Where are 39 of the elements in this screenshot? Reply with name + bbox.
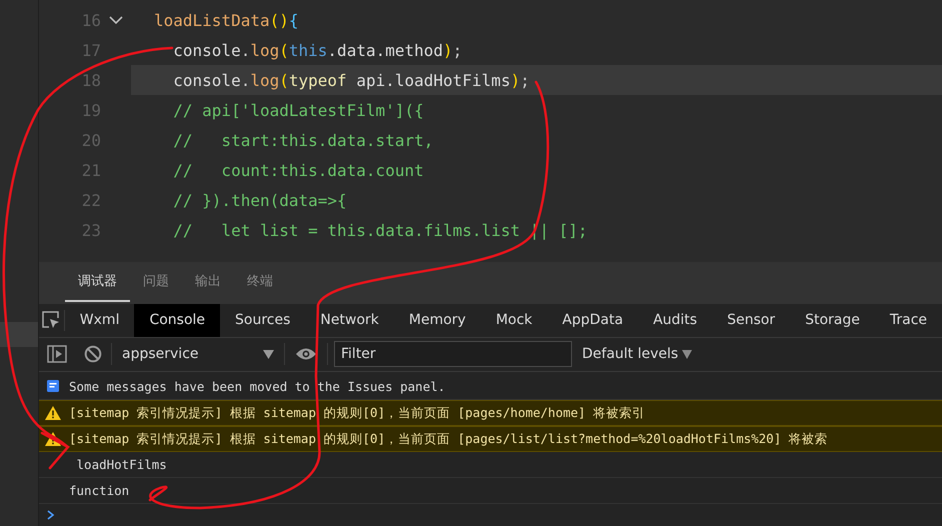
console-message: [sitemap 索引情况提示] 根据 sitemap 的规则[0]，当前页面 [pages/list/list?method=%20loadHotFilms%20] 将被索 <box>69 430 828 448</box>
code-line: console.log(this.data.method); <box>172 40 464 62</box>
inspect-icon[interactable] <box>41 310 62 330</box>
panel-tab[interactable]: 问题 <box>130 262 182 302</box>
devtools-tab[interactable]: AppData <box>547 304 638 337</box>
panel-tab[interactable]: 输出 <box>182 262 234 302</box>
devtools-tab[interactable]: Sources <box>220 304 306 337</box>
context-dropdown[interactable]: appservice <box>112 338 284 371</box>
code-line: loadListData(){ <box>153 10 300 32</box>
fold-chevron-icon[interactable] <box>109 15 123 25</box>
sidebar-toggle-icon[interactable] <box>47 345 67 364</box>
dropdown-triangle-icon <box>682 350 692 359</box>
warning-icon <box>45 406 63 420</box>
eye-icon[interactable] <box>295 347 317 362</box>
devtools-tab[interactable]: Storage <box>790 304 875 337</box>
devtools-tab[interactable]: Sensor <box>712 304 790 337</box>
prompt-chevron-icon <box>47 510 55 520</box>
devtools-tab[interactable]: Memory <box>394 304 481 337</box>
warning-icon <box>45 432 63 446</box>
panel-tab[interactable]: 调试器 <box>65 262 130 302</box>
devtools-tab[interactable]: Audits <box>638 304 712 337</box>
levels-dropdown[interactable]: Default levels <box>582 346 692 362</box>
console-message: Some messages have been moved to the Issues panel. <box>69 379 446 394</box>
devtools-tab[interactable]: Console <box>134 304 220 337</box>
panel-tab[interactable]: 终端 <box>234 262 286 302</box>
devtools-tab[interactable]: Trace <box>874 304 942 337</box>
devtools-tab[interactable]: Mock <box>480 304 548 337</box>
console-message: loadHotFilms <box>76 457 167 472</box>
dropdown-triangle-icon <box>263 350 274 359</box>
devtools-tab[interactable]: Wxml <box>64 304 134 337</box>
console-message: [sitemap 索引情况提示] 根据 sitemap 的规则[0]，当前页面 [pages/home/home] 将被索引 <box>69 404 646 422</box>
console-message: function <box>69 483 130 498</box>
code-line: // start:this.data.start, <box>172 130 434 152</box>
code-line: // count:this.data.count <box>172 160 425 182</box>
code-line: // api['loadLatestFilm']({ <box>172 100 425 122</box>
clear-console-icon[interactable] <box>84 345 102 364</box>
filter-field[interactable]: Filter <box>334 341 572 368</box>
code-line: // }).then(data=>{ <box>172 190 348 212</box>
devtools-tab[interactable]: Network <box>305 304 394 337</box>
